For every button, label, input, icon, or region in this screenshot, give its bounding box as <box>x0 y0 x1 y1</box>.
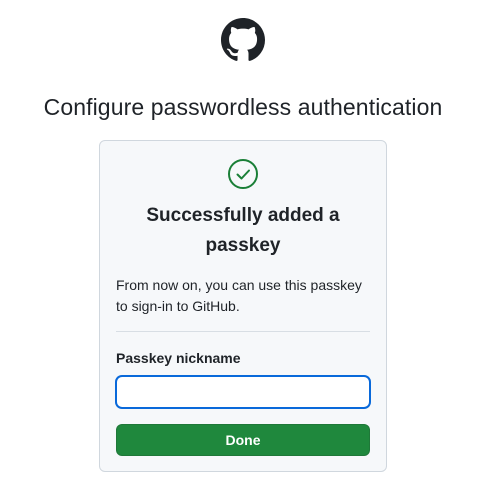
passkey-nickname-input[interactable] <box>116 376 370 408</box>
passkey-success-card: Successfully added a passkey From now on… <box>99 140 387 472</box>
done-button[interactable]: Done <box>116 424 370 456</box>
success-heading-line-2: passkey <box>205 235 281 256</box>
page-title: Configure passwordless authentication <box>43 94 443 120</box>
passkey-setup-page: Configure passwordless authentication Su… <box>0 0 490 485</box>
check-circle-icon <box>227 158 259 190</box>
success-heading-line-1: Successfully added a <box>146 205 340 226</box>
description-line-2: to sign-in to GitHub. <box>116 298 240 314</box>
github-logo-icon <box>221 18 265 62</box>
success-heading: Successfully added a passkey <box>100 201 386 261</box>
divider <box>116 331 370 332</box>
description-line-1: From now on, you can use this passkey <box>116 277 362 293</box>
passkey-nickname-label: Passkey nickname <box>116 350 241 366</box>
success-description: From now on, you can use this passkey to… <box>116 275 372 317</box>
